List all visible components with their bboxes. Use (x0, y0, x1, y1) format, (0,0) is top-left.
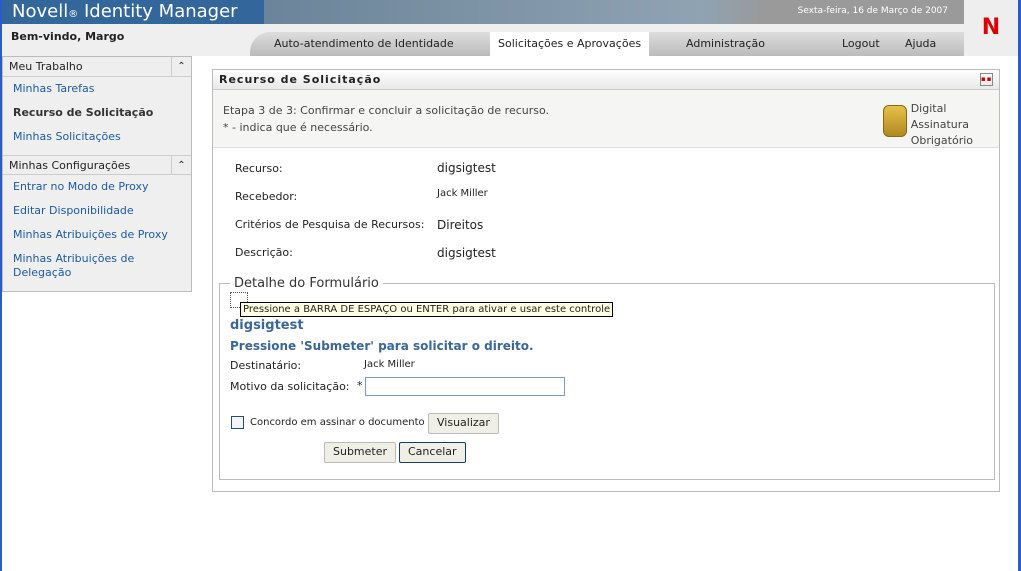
section-title: Meu Trabalho (9, 60, 83, 73)
logout-link[interactable]: Logout (842, 37, 880, 50)
sidebar-item-my-requests[interactable]: Minhas Solicitações (3, 125, 191, 149)
product-title: Novell® Identity Manager (12, 1, 238, 22)
submit-button[interactable]: Submeter (324, 442, 397, 463)
cancel-button[interactable]: Cancelar (399, 442, 466, 463)
lock-icon (883, 105, 907, 137)
tab-requests-approvals[interactable]: Solicitações e Aprovações (490, 32, 650, 56)
tooltip: Pressione a BARRA DE ESPAÇO ou ENTER par… (240, 302, 614, 317)
field-value: digsigtest (437, 161, 496, 175)
welcome-text: Bem-vindo, Margo (11, 30, 125, 43)
novell-logo: N (964, 0, 1018, 56)
nav-bar: Bem-vindo, Margo Auto-atendimento de Ide… (2, 24, 964, 56)
form-legend: Detalhe do Formulário (234, 276, 379, 291)
date: Sexta-feira, 16 de Março de 2007 (797, 6, 948, 16)
field-value: digsigtest (437, 246, 496, 260)
collapse-icon[interactable]: ⌃ (171, 156, 191, 175)
reason-input[interactable] (365, 377, 565, 396)
sidebar-item-proxy-assignments[interactable]: Minhas Atribuições de Proxy (3, 223, 191, 247)
banner: Novell® Identity Manager Sexta-feira, 16… (2, 0, 964, 24)
request-resource-panel: Recurso de Solicitação ▪▪ Etapa 3 de 3: C… (212, 69, 1000, 492)
tab-self-service[interactable]: Auto-atendimento de Identidade (274, 37, 454, 50)
reason-label: Motivo da solicitação: (230, 380, 350, 393)
sidebar-item-my-tasks[interactable]: Minhas Tarefas (3, 77, 191, 101)
sidebar-item-request-resource[interactable]: Recurso de Solicitação (3, 101, 191, 125)
field-label: Recebedor: (235, 190, 298, 203)
required-note: * - indica que é necessário. (223, 121, 373, 134)
field-label: Descrição: (235, 246, 293, 259)
view-button[interactable]: Visualizar (428, 413, 499, 434)
recipient-value: Jack Miller (364, 359, 415, 370)
panel-menu-icon[interactable]: ▪▪ (980, 73, 993, 86)
agree-label: Concordo em assinar o documento (250, 417, 425, 428)
field-value: Direitos (437, 218, 484, 232)
collapse-icon[interactable]: ⌃ (171, 57, 191, 76)
sidebar-item-availability[interactable]: Editar Disponibilidade (3, 199, 191, 223)
field-value: Jack Miller (437, 188, 488, 199)
agree-checkbox[interactable] (231, 416, 244, 429)
section-title: Minhas Configurações (9, 159, 131, 172)
field-label: Recurso: (235, 162, 283, 175)
help-link[interactable]: Ajuda (905, 37, 936, 50)
form-instruction: Pressione 'Submeter' para solicitar o di… (230, 339, 534, 353)
sidebar: Meu Trabalho ⌃ Minhas Tarefas Recurso de … (2, 56, 192, 292)
sidebar-item-proxy-mode[interactable]: Entrar no Modo de Proxy (3, 175, 191, 199)
form-title: digsigtest (230, 318, 304, 333)
tab-administration[interactable]: Administração (686, 37, 765, 50)
required-marker: * (357, 379, 363, 392)
panel-title: Recurso de Solicitação (219, 73, 382, 86)
sidebar-item-delegation-assignments[interactable]: Minhas Atribuições de Delegação (3, 247, 153, 285)
recipient-label: Destinatário: (230, 359, 302, 372)
field-label: Critérios de Pesquisa de Recursos: (235, 218, 425, 231)
step-text: Etapa 3 de 3: Confirmar e concluir a sol… (223, 104, 550, 117)
digital-signature-required: Digital Assinatura Obrigatório (883, 101, 973, 149)
